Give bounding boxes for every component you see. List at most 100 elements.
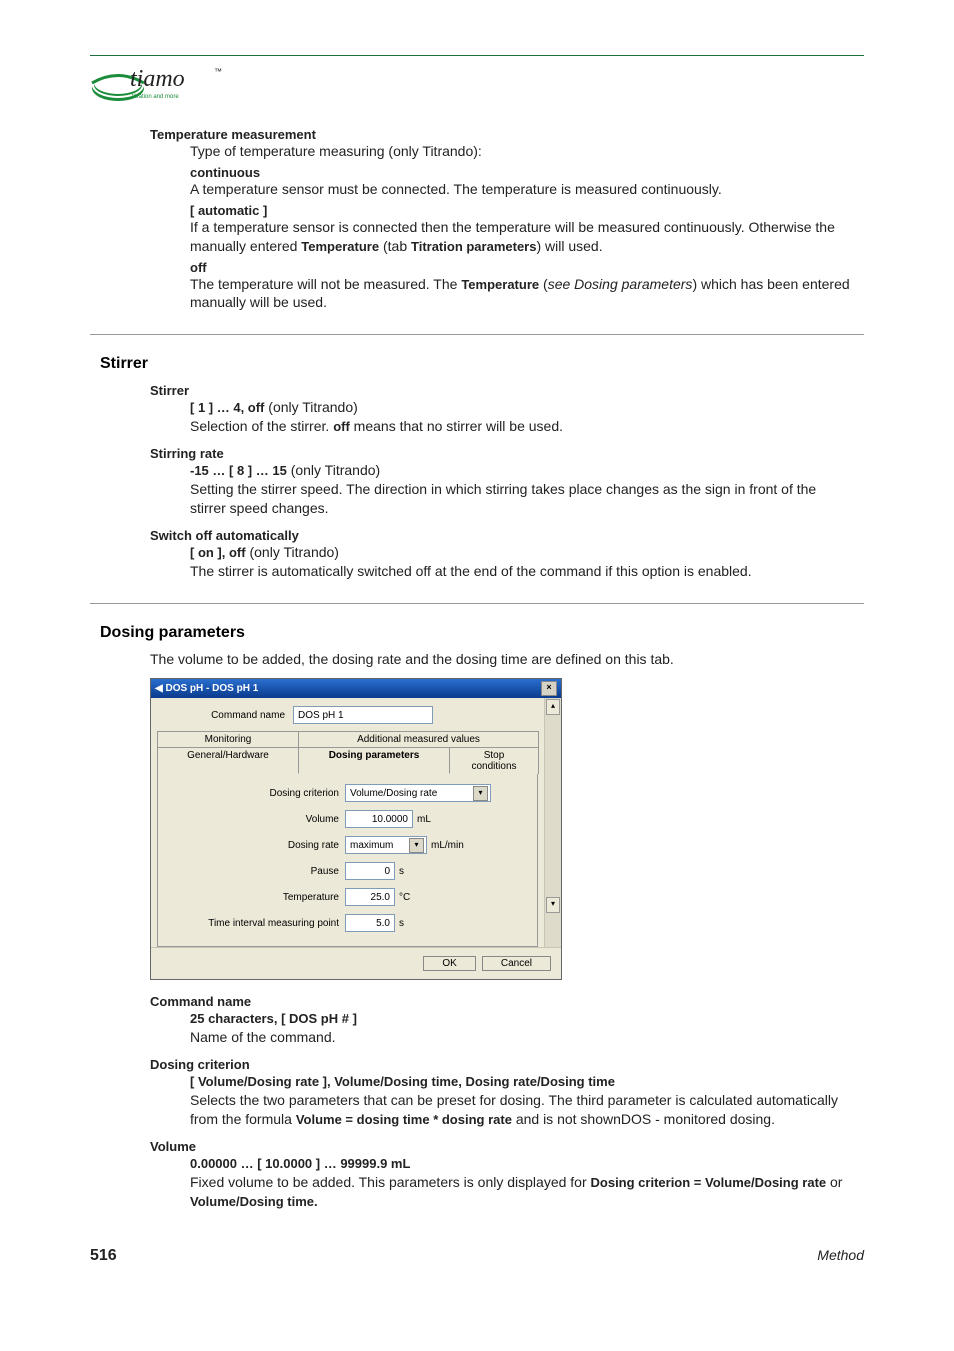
dialog-main: Command name DOS pH 1 Monitoring Additio… [151,698,544,947]
input-value: 25.0 [371,892,390,903]
footer-section: Method [817,1247,864,1265]
param-stirrer-opt: [ 1 ] … 4, off (only Titrando) [190,398,854,417]
param-dosing-criterion-opt: [ Volume/Dosing rate ], Volume/Dosing ti… [190,1072,854,1091]
param-volume-body: Fixed volume to be added. This parameter… [190,1173,854,1211]
tab-stop-conditions[interactable]: Stop conditions [449,747,539,774]
text: ) will used. [536,238,602,254]
command-name-input[interactable]: DOS pH 1 [293,706,433,724]
tiamo-logo-icon: tiamo ™ titration and more [90,60,240,106]
section-rule [90,334,864,335]
text-bold: Titration parameters [411,239,536,254]
dialog-title: ◀ DOS pH - DOS pH 1 [155,683,258,694]
tab-panel-dosing: Dosing criterion Volume/Dosing rate ▾ Vo… [157,773,538,947]
temperature-input[interactable]: 25.0 [345,888,395,906]
scroll-down-icon[interactable]: ▾ [546,897,560,913]
field-label: Dosing rate [164,840,345,851]
field-temperature: Temperature 25.0 °C [164,888,531,906]
dialog-titlebar: ◀ DOS pH - DOS pH 1 × [151,679,561,698]
opt-range: [ on ], off [190,545,246,560]
text-bold: off [333,419,350,434]
field-dosing-criterion: Dosing criterion Volume/Dosing rate ▾ [164,784,531,802]
text: The temperature will not be measured. Th… [190,276,461,292]
tab-general-hardware[interactable]: General/Hardware [157,747,299,774]
param-switch-off-body: The stirrer is automatically switched of… [190,562,854,581]
input-value: 10.0000 [372,814,408,825]
param-temperature-measurement-intro: Type of temperature measuring (only Titr… [190,142,854,161]
text: (tab [379,238,411,254]
tab-dosing-parameters[interactable]: Dosing parameters [298,747,450,774]
section-rule [90,603,864,604]
opt-range: -15 … [ 8 ] … 15 [190,463,287,478]
field-label: Temperature [164,892,345,903]
opt-note: (only Titrando) [264,399,357,415]
opt-automatic-body: If a temperature sensor is connected the… [190,218,854,256]
unit-label: mL/min [431,840,464,851]
dosing-rate-select[interactable]: maximum ▾ [345,836,427,854]
text: or [826,1174,842,1190]
text-bold: Temperature [301,239,379,254]
param-command-name-body: Name of the command. [190,1028,854,1047]
field-label: Pause [164,866,345,877]
opt-range: 25 characters, [ DOS pH # ] [190,1011,357,1026]
field-time-interval: Time interval measuring point 5.0 s [164,914,531,932]
param-dosing-criterion-label: Dosing criterion [150,1057,864,1072]
command-name-label: Command name [157,710,287,721]
text-bold: Dosing criterion = Volume/Dosing rate [591,1175,827,1190]
header-rule [90,55,864,56]
chevron-down-icon: ▾ [409,838,424,853]
field-volume: Volume 10.0000 mL [164,810,531,828]
text: and is not shownDOS - monitored dosing. [512,1111,775,1127]
page-number: 516 [90,1247,117,1265]
command-name-row: Command name DOS pH 1 [151,698,544,730]
param-stirring-rate-opt: -15 … [ 8 ] … 15 (only Titrando) [190,461,854,480]
select-value: maximum [350,840,393,851]
content: Temperature measurement Type of temperat… [90,127,864,1211]
dosing-criterion-select[interactable]: Volume/Dosing rate ▾ [345,784,491,802]
cancel-button[interactable]: Cancel [482,956,551,971]
volume-input[interactable]: 10.0000 [345,810,413,828]
input-value: 0 [384,866,390,877]
text-bold: Temperature [461,277,539,292]
section-stirrer-heading: Stirrer [100,355,864,373]
text-italic: see Dosing parameters [548,276,693,292]
opt-automatic-label: [ automatic ] [190,203,864,218]
tab-row-2: General/Hardware Dosing parameters Stop … [157,746,538,773]
field-label: Time interval measuring point [164,918,345,929]
svg-text:tiamo: tiamo [130,66,185,92]
dialog-title-text: DOS pH - DOS pH 1 [165,683,258,694]
dosing-dialog: ◀ DOS pH - DOS pH 1 × Command name DOS p… [150,678,562,980]
opt-range: [ 1 ] … 4, off [190,400,264,415]
opt-range: 0.00000 … [ 10.0000 ] … 99999.9 mL [190,1156,410,1171]
param-stirrer-label: Stirrer [150,383,864,398]
close-icon[interactable]: × [541,681,557,696]
opt-off-body: The temperature will not be measured. Th… [190,275,854,313]
unit-label: mL [417,814,431,825]
param-dosing-criterion-body: Selects the two parameters that can be p… [190,1091,854,1129]
param-stirring-rate-label: Stirring rate [150,446,864,461]
tab-monitoring[interactable]: Monitoring [157,731,299,747]
param-command-name-opt: 25 characters, [ DOS pH # ] [190,1009,854,1028]
scroll-up-icon[interactable]: ▴ [546,699,560,715]
text: Fixed volume to be added. This parameter… [190,1174,591,1190]
unit-label: s [399,918,404,929]
scroll-track [545,716,561,896]
param-volume-label: Volume [150,1139,864,1154]
ok-button[interactable]: OK [423,956,475,971]
dialog-body: Command name DOS pH 1 Monitoring Additio… [151,698,561,947]
param-stirrer-body: Selection of the stirrer. off means that… [190,417,854,436]
chevron-down-icon: ▾ [473,786,488,801]
field-dosing-rate: Dosing rate maximum ▾ mL/min [164,836,531,854]
text: Selection of the stirrer. [190,418,333,434]
time-interval-input[interactable]: 5.0 [345,914,395,932]
param-volume-opt: 0.00000 … [ 10.0000 ] … 99999.9 mL [190,1154,854,1173]
text-bold: Volume = dosing time * dosing rate [296,1112,512,1127]
logo: tiamo ™ titration and more [90,60,864,109]
opt-range: [ Volume/Dosing rate ], Volume/Dosing ti… [190,1074,615,1089]
opt-continuous-body: A temperature sensor must be connected. … [190,180,854,199]
tabs-container: Monitoring Additional measured values Ge… [151,730,544,947]
select-value: Volume/Dosing rate [350,788,437,799]
scrollbar[interactable]: ▴ ▾ [544,698,561,947]
page: tiamo ™ titration and more Temperature m… [0,0,954,1305]
tab-additional-measured-values[interactable]: Additional measured values [298,731,539,747]
pause-input[interactable]: 0 [345,862,395,880]
